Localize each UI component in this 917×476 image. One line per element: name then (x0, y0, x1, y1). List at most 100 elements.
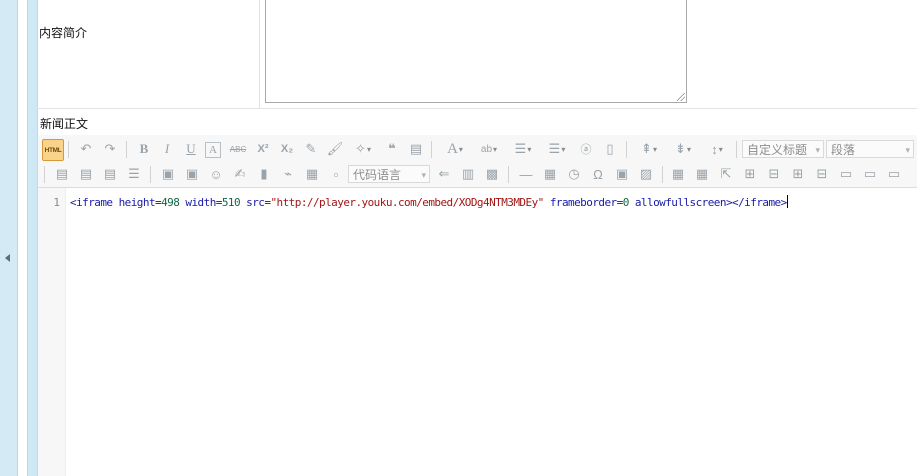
insert-table-icon[interactable]: ▦ (668, 164, 688, 184)
select-all-icon[interactable]: ⓐ (576, 139, 596, 159)
ordered-list-icon[interactable]: ☰ (508, 139, 538, 159)
redo-icon[interactable]: ↷ (100, 139, 120, 159)
horizontal-rule-icon[interactable]: — (516, 164, 536, 184)
line-height-icon[interactable]: ↕ (702, 139, 732, 159)
toolbar-separator (431, 141, 432, 158)
line-number: 1 (53, 196, 60, 209)
video-icon[interactable]: ▮ (254, 164, 274, 184)
special-char-button[interactable]: Ω (588, 164, 608, 184)
bold-button[interactable]: B (134, 139, 154, 159)
scrawl-icon[interactable]: ✍ (230, 164, 250, 184)
highlight-color-button[interactable]: ab (474, 139, 504, 159)
insert-code-icon[interactable]: ▫ (326, 164, 346, 184)
insert-paragraph-before-table-icon[interactable]: ⇱ (716, 164, 736, 184)
toolbar-row-1: HTML ↶ ↷ B I U A ABC X² X₂ ✎ 🖌 ✧ ❝ ▤ A a… (38, 137, 917, 162)
row-spacing-top-icon[interactable]: ⇞ (634, 139, 664, 159)
subscript-button[interactable]: X₂ (277, 139, 297, 159)
delete-col-icon[interactable]: ⊟ (812, 164, 832, 184)
date-icon[interactable]: ▦ (540, 164, 560, 184)
code-val-frameborder: 0 (622, 196, 630, 209)
code-attr-frameborder: frameborder (549, 196, 617, 209)
code-tag-close: ></iframe> (725, 196, 787, 209)
collapse-sidebar-strip[interactable] (0, 0, 18, 476)
code-attr-width: width (185, 196, 216, 209)
underline-button[interactable]: U (181, 139, 201, 159)
strikethrough-button[interactable]: ABC (228, 139, 248, 159)
insert-col-icon[interactable]: ⊞ (788, 164, 808, 184)
merge-cells-icon[interactable]: ▭ (836, 164, 856, 184)
page-break-icon[interactable]: ⇐ (434, 164, 454, 184)
insert-row-icon[interactable]: ⊞ (740, 164, 760, 184)
intro-row: 内容简介 (37, 0, 917, 109)
background-icon[interactable]: ▩ (482, 164, 502, 184)
undo-icon[interactable]: ↶ (76, 139, 96, 159)
rich-text-editor: HTML ↶ ↷ B I U A ABC X² X₂ ✎ 🖌 ✧ ❝ ▤ A a… (37, 135, 917, 476)
superscript-button[interactable]: X² (253, 139, 273, 159)
italic-button[interactable]: I (157, 139, 177, 159)
row-spacing-bottom-icon[interactable]: ⇟ (668, 139, 698, 159)
editor-toolbar: HTML ↶ ↷ B I U A ABC X² X₂ ✎ 🖌 ✧ ❝ ▤ A a… (38, 135, 917, 188)
code-language-select[interactable]: 代码语言 ▾ (348, 165, 430, 183)
blockquote-button[interactable]: ❝ (382, 139, 402, 159)
collapse-arrow-icon[interactable] (5, 254, 10, 262)
html-source-button[interactable]: HTML (42, 139, 64, 161)
toolbar-separator (126, 141, 127, 158)
merge-down-icon[interactable]: ▭ (884, 164, 904, 184)
code-val-height: 498 (161, 196, 180, 209)
text-cursor (786, 195, 788, 208)
delete-row-icon[interactable]: ⊟ (764, 164, 784, 184)
custom-heading-value: 自定义标题 (747, 143, 808, 157)
emoticon-icon[interactable]: ☺ (206, 164, 226, 184)
toolbar-separator (508, 166, 509, 183)
multi-image-icon[interactable]: ▣ (182, 164, 202, 184)
toolbar-separator (662, 166, 663, 183)
paragraph-select[interactable]: 段落 ▾ (826, 140, 914, 158)
align-right-icon[interactable]: ▤ (100, 164, 120, 184)
paste-plain-icon[interactable]: ▤ (406, 139, 426, 159)
line-number-gutter: 1 (38, 188, 66, 476)
code-language-value: 代码语言 (353, 168, 402, 182)
auto-format-icon[interactable]: ✧ (348, 139, 378, 159)
toolbar-separator (736, 141, 737, 158)
resize-grip-icon[interactable] (677, 93, 685, 101)
news-body-label: 新闻正文 (40, 117, 89, 131)
align-left-icon[interactable]: ▤ (52, 164, 72, 184)
template-icon[interactable]: ▥ (458, 164, 478, 184)
merge-right-icon[interactable]: ▭ (860, 164, 880, 184)
align-justify-icon[interactable]: ☰ (124, 164, 144, 184)
font-color-button[interactable]: A (440, 139, 470, 159)
source-code-area[interactable]: 1 <iframe height=498 width=510 src="http… (38, 188, 917, 476)
paragraph-value: 段落 (831, 143, 856, 157)
chevron-down-icon: ▾ (815, 145, 820, 155)
custom-heading-select[interactable]: 自定义标题 ▾ (742, 140, 824, 158)
intro-label: 内容简介 (39, 26, 88, 40)
wordimage-icon[interactable]: ▣ (612, 164, 632, 184)
clear-doc-icon[interactable]: ▯ (600, 139, 620, 159)
toolbar-separator (44, 166, 45, 183)
unordered-list-icon[interactable]: ☰ (542, 139, 572, 159)
toolbar-separator (68, 141, 69, 158)
code-attr-height: height (118, 196, 156, 209)
font-border-button[interactable]: A (205, 142, 221, 158)
code-val-width: 510 (221, 196, 241, 209)
row-divider (259, 0, 260, 108)
map-icon[interactable]: ▦ (302, 164, 322, 184)
image-icon[interactable]: ▣ (158, 164, 178, 184)
search-replace-icon[interactable]: ▨ (636, 164, 656, 184)
align-center-icon[interactable]: ▤ (76, 164, 96, 184)
intro-textarea[interactable] (265, 0, 687, 103)
code-attr-allowfullscreen: allowfullscreen (634, 196, 727, 209)
time-icon[interactable]: ◷ (564, 164, 584, 184)
code-val-src: "http://player.youku.com/embed/XODg4NTM3… (270, 196, 544, 209)
format-brush-icon[interactable]: 🖌 (325, 139, 345, 159)
code-line[interactable]: <iframe height=498 width=510 src="http:/… (70, 195, 788, 209)
chevron-down-icon: ▾ (421, 170, 426, 180)
code-tag-open: <iframe (70, 196, 113, 209)
eraser-icon[interactable]: ✎ (301, 139, 321, 159)
toolbar-row-2: ▤ ▤ ▤ ☰ ▣ ▣ ☺ ✍ ▮ ⌁ ▦ ▫ 代码语言 ▾ ⇐ ▥ ▩ — ▦… (38, 162, 917, 187)
code-attr-src: src (246, 196, 265, 209)
delete-table-icon[interactable]: ▦ (692, 164, 712, 184)
attachment-icon[interactable]: ⌁ (278, 164, 298, 184)
chevron-down-icon: ▾ (905, 145, 910, 155)
toolbar-separator (150, 166, 151, 183)
